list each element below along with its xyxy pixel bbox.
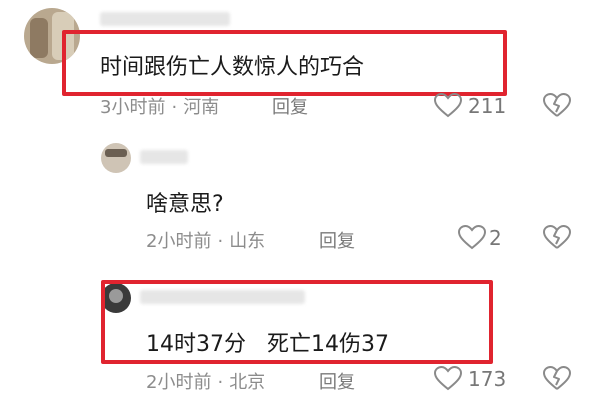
comment-content: 啥意思? [146, 192, 224, 217]
comment-content: 14时37分 死亡14伤37 [146, 332, 389, 357]
comment-location: 河南 [183, 97, 220, 118]
username-blurred[interactable] [100, 12, 230, 26]
comment-meta: 3小时前 · 河南 [100, 93, 219, 119]
broken-heart-icon[interactable] [543, 93, 571, 119]
meta-separator: · [217, 372, 224, 393]
like-button[interactable]: 173 [434, 365, 524, 393]
reply-button[interactable]: 回复 [272, 93, 308, 119]
avatar[interactable] [101, 143, 131, 173]
comment-location: 北京 [229, 372, 266, 393]
comment-location: 山东 [229, 231, 266, 252]
reply-button[interactable]: 回复 [319, 227, 355, 253]
comment-time: 2小时前 [146, 372, 212, 393]
meta-separator: · [217, 231, 224, 252]
comment-time: 2小时前 [146, 231, 212, 252]
meta-separator: · [171, 97, 178, 118]
comment-meta: 2小时前 · 北京 [146, 368, 265, 394]
username-blurred[interactable] [140, 150, 188, 164]
reply-button[interactable]: 回复 [319, 368, 355, 394]
comment-time: 3小时前 [100, 97, 166, 118]
broken-heart-icon[interactable] [543, 225, 571, 251]
heart-outline-icon [434, 366, 462, 392]
comment-meta: 2小时前 · 山东 [146, 227, 265, 253]
comment-content: 时间跟伤亡人数惊人的巧合 [100, 55, 365, 80]
like-count: 2 [489, 226, 502, 250]
like-count: 173 [468, 367, 507, 391]
heart-outline-icon [458, 225, 486, 251]
like-button[interactable]: 2 [458, 224, 518, 252]
like-button[interactable]: 211 [434, 92, 524, 120]
like-count: 211 [468, 94, 507, 118]
heart-outline-icon [434, 93, 462, 119]
broken-heart-icon[interactable] [543, 366, 571, 392]
